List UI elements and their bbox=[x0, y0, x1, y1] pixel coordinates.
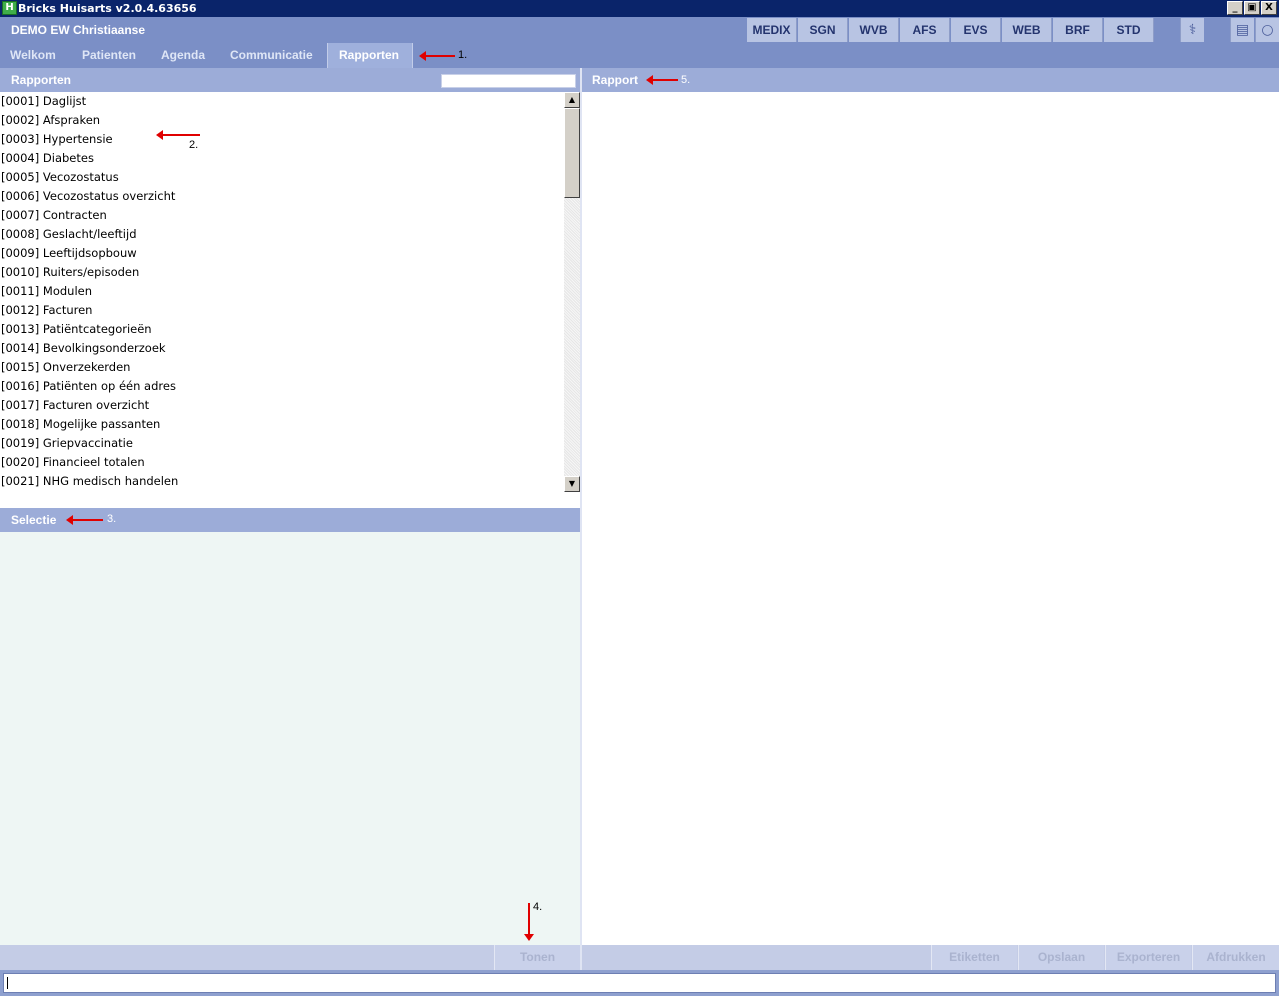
etiketten-button[interactable]: Etiketten bbox=[931, 945, 1017, 970]
annotation-label-1: 1. bbox=[458, 49, 468, 61]
report-list-item[interactable]: [0007] Contracten bbox=[0, 206, 564, 225]
opslaan-button[interactable]: Opslaan bbox=[1018, 945, 1104, 970]
annotation-label-4: 4. bbox=[533, 901, 543, 913]
user-name: DEMO EW Christiaanse bbox=[11, 23, 146, 37]
module-sgn-button[interactable]: SGN bbox=[798, 18, 848, 42]
report-list-item[interactable]: [0008] Geslacht/leeftijd bbox=[0, 225, 564, 244]
scroll-up-icon[interactable]: ▲ bbox=[564, 92, 580, 108]
window-titlebar: H Bricks Huisarts v2.0.4.63656 _ ▣ X bbox=[0, 0, 1279, 17]
annotation-arrow-2 bbox=[156, 130, 200, 140]
module-brf-button[interactable]: BRF bbox=[1053, 18, 1103, 42]
scroll-thumb[interactable] bbox=[564, 108, 580, 198]
tab-communicatie[interactable]: Communicatie bbox=[220, 43, 323, 68]
maximize-button[interactable]: ▣ bbox=[1244, 1, 1260, 15]
chat-icon[interactable]: ○ bbox=[1255, 18, 1279, 42]
report-list-item[interactable]: [0011] Modulen bbox=[0, 282, 564, 301]
tab-agenda[interactable]: Agenda bbox=[151, 43, 215, 68]
report-list-item[interactable]: [0015] Onverzekerden bbox=[0, 358, 564, 377]
contact-icon[interactable]: ▤ bbox=[1230, 18, 1254, 42]
report-list-item[interactable]: [0004] Diabetes bbox=[0, 149, 564, 168]
main-nav: Welkom Patienten Agenda Communicatie Rap… bbox=[0, 43, 1279, 68]
module-wvb-button[interactable]: WVB bbox=[849, 18, 899, 42]
rapport-panel-body bbox=[582, 92, 1279, 945]
module-afs-button[interactable]: AFS bbox=[900, 18, 950, 42]
annotation-label-2: 2. bbox=[189, 139, 199, 151]
window-title: Bricks Huisarts v2.0.4.63656 bbox=[18, 2, 197, 15]
report-list-item[interactable]: [0003] Hypertensie bbox=[0, 130, 564, 149]
exporteren-button[interactable]: Exporteren bbox=[1105, 945, 1191, 970]
afdrukken-button[interactable]: Afdrukken bbox=[1192, 945, 1279, 970]
module-std-button[interactable]: STD bbox=[1104, 18, 1154, 42]
annotation-arrow-4 bbox=[524, 903, 534, 941]
stethoscope-icon[interactable]: ⚕ bbox=[1180, 18, 1204, 42]
status-bar bbox=[0, 970, 1279, 996]
annotation-label-5: 5. bbox=[681, 74, 691, 86]
report-list-item[interactable]: [0020] Financieel totalen bbox=[0, 453, 564, 472]
report-list-item[interactable]: [0005] Vecozostatus bbox=[0, 168, 564, 187]
report-list-item[interactable]: [0013] Patiëntcategorieën bbox=[0, 320, 564, 339]
selectie-actionbar bbox=[0, 945, 580, 970]
rapport-title: Rapport bbox=[592, 73, 638, 87]
module-medix-button[interactable]: MEDIX bbox=[747, 18, 797, 42]
tab-patienten[interactable]: Patienten bbox=[72, 43, 146, 68]
report-list-item[interactable]: [0001] Daglijst bbox=[0, 92, 564, 111]
report-list-item[interactable]: [0017] Facturen overzicht bbox=[0, 396, 564, 415]
report-list-item[interactable]: [0014] Bevolkingsonderzoek bbox=[0, 339, 564, 358]
annotation-label-3: 3. bbox=[107, 513, 117, 525]
app-logo-icon: H bbox=[2, 1, 17, 15]
command-input[interactable] bbox=[3, 973, 1276, 993]
annotation-arrow-3 bbox=[66, 515, 103, 525]
selectie-panel-body bbox=[0, 532, 580, 945]
scroll-down-icon[interactable]: ▼ bbox=[564, 476, 580, 492]
report-list-item[interactable]: [0009] Leeftijdsopbouw bbox=[0, 244, 564, 263]
report-list: [0001] Daglijst [0002] Afspraken [0003] Hy… bbox=[0, 92, 564, 492]
module-web-button[interactable]: WEB bbox=[1002, 18, 1052, 42]
tab-welkom[interactable]: Welkom bbox=[0, 43, 66, 68]
report-list-item[interactable]: [0018] Mogelijke passanten bbox=[0, 415, 564, 434]
report-list-item[interactable]: [0010] Ruiters/episoden bbox=[0, 263, 564, 282]
module-evs-button[interactable]: EVS bbox=[951, 18, 1001, 42]
close-button[interactable]: X bbox=[1261, 1, 1277, 15]
tonen-button[interactable]: Tonen bbox=[494, 945, 580, 970]
text-caret bbox=[7, 977, 8, 989]
annotation-arrow-1 bbox=[419, 51, 455, 61]
tab-rapporten[interactable]: Rapporten bbox=[327, 43, 413, 68]
report-list-item[interactable]: [0019] Griepvaccinatie bbox=[0, 434, 564, 453]
report-list-item[interactable]: [0002] Afspraken bbox=[0, 111, 564, 130]
report-search-input[interactable] bbox=[441, 74, 576, 88]
report-list-item[interactable]: [0012] Facturen bbox=[0, 301, 564, 320]
report-list-item[interactable]: [0006] Vecozostatus overzicht bbox=[0, 187, 564, 206]
report-list-item[interactable]: [0016] Patiënten op één adres bbox=[0, 377, 564, 396]
annotation-arrow-5 bbox=[646, 75, 678, 85]
rapporten-title: Rapporten bbox=[11, 73, 71, 87]
app-header: DEMO EW Christiaanse MEDIX SGN WVB AFS E… bbox=[0, 17, 1279, 43]
minimize-button[interactable]: _ bbox=[1227, 1, 1243, 15]
report-list-item[interactable]: [0021] NHG medisch handelen bbox=[0, 472, 564, 491]
report-list-scrollbar[interactable]: ▲ ▼ bbox=[564, 92, 580, 492]
selectie-title: Selectie bbox=[11, 513, 57, 527]
